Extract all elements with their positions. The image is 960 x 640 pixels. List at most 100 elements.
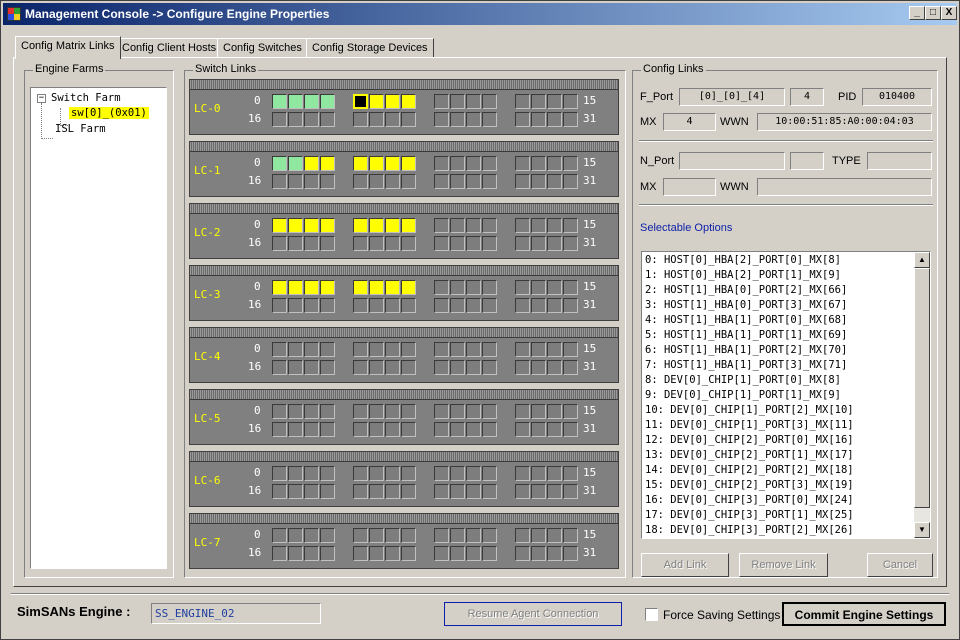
switch-port[interactable] <box>401 174 416 189</box>
switch-port[interactable] <box>450 298 465 313</box>
switch-port[interactable] <box>288 466 303 481</box>
switch-port[interactable] <box>450 280 465 295</box>
switch-port[interactable] <box>385 280 400 295</box>
switch-port[interactable] <box>515 280 530 295</box>
switch-port[interactable] <box>401 404 416 419</box>
switch-port[interactable] <box>353 360 368 375</box>
switch-port[interactable] <box>304 218 319 233</box>
switch-port[interactable] <box>563 218 578 233</box>
switch-port[interactable] <box>563 528 578 543</box>
switch-port[interactable] <box>531 94 546 109</box>
switch-port[interactable] <box>320 280 335 295</box>
switch-port[interactable] <box>547 546 562 561</box>
list-item[interactable]: 12: DEV[0]_CHIP[2]_PORT[0]_MX[16] <box>645 433 854 448</box>
switch-port[interactable] <box>304 280 319 295</box>
switch-port[interactable] <box>547 236 562 251</box>
switch-port[interactable] <box>466 218 481 233</box>
switch-port[interactable] <box>320 94 335 109</box>
switch-port[interactable] <box>515 546 530 561</box>
switch-port[interactable] <box>563 404 578 419</box>
switch-port[interactable] <box>385 360 400 375</box>
switch-port[interactable] <box>353 112 368 127</box>
switch-port[interactable] <box>288 218 303 233</box>
switch-port[interactable] <box>304 236 319 251</box>
switch-port[interactable] <box>450 94 465 109</box>
switch-port[interactable] <box>288 94 303 109</box>
switch-port[interactable] <box>401 280 416 295</box>
switch-port[interactable] <box>353 546 368 561</box>
switch-port[interactable] <box>401 112 416 127</box>
maximize-button[interactable]: □ <box>925 6 941 20</box>
switch-port[interactable] <box>288 280 303 295</box>
switch-port[interactable] <box>531 546 546 561</box>
switch-port[interactable] <box>466 422 481 437</box>
list-item[interactable]: 0: HOST[0]_HBA[2]_PORT[0]_MX[8] <box>645 253 841 268</box>
switch-port[interactable] <box>547 422 562 437</box>
switch-port[interactable] <box>353 156 368 171</box>
switch-port[interactable] <box>401 218 416 233</box>
switch-port[interactable] <box>434 156 449 171</box>
switch-port[interactable] <box>482 484 497 499</box>
switch-port[interactable] <box>353 466 368 481</box>
switch-port[interactable] <box>515 404 530 419</box>
switch-port[interactable] <box>401 94 416 109</box>
switch-port[interactable] <box>434 94 449 109</box>
switch-port[interactable] <box>515 218 530 233</box>
switch-port[interactable] <box>288 528 303 543</box>
switch-port[interactable] <box>304 404 319 419</box>
switch-port[interactable] <box>353 422 368 437</box>
switch-port[interactable] <box>482 112 497 127</box>
switch-port[interactable] <box>434 236 449 251</box>
switch-port[interactable] <box>531 174 546 189</box>
switch-port[interactable] <box>466 360 481 375</box>
switch-port[interactable] <box>547 94 562 109</box>
switch-port[interactable] <box>531 528 546 543</box>
switch-port[interactable] <box>547 528 562 543</box>
switch-port[interactable] <box>401 360 416 375</box>
switch-port[interactable] <box>466 112 481 127</box>
switch-port[interactable] <box>531 342 546 357</box>
switch-port[interactable] <box>320 218 335 233</box>
switch-port[interactable] <box>547 404 562 419</box>
switch-port[interactable] <box>434 546 449 561</box>
switch-port[interactable] <box>272 360 287 375</box>
switch-port[interactable] <box>466 546 481 561</box>
resume-agent-button[interactable]: Resume Agent Connection <box>444 602 622 626</box>
switch-port[interactable] <box>369 236 384 251</box>
switch-port[interactable] <box>288 360 303 375</box>
list-item[interactable]: 5: HOST[1]_HBA[1]_PORT[1]_MX[69] <box>645 328 847 343</box>
switch-port[interactable] <box>450 360 465 375</box>
switch-port[interactable] <box>547 280 562 295</box>
switch-port[interactable] <box>320 360 335 375</box>
force-saving-checkbox[interactable] <box>645 608 658 621</box>
switch-port[interactable] <box>272 422 287 437</box>
switch-port[interactable] <box>369 174 384 189</box>
switch-port[interactable] <box>482 528 497 543</box>
switch-port[interactable] <box>482 404 497 419</box>
switch-port[interactable] <box>547 156 562 171</box>
switch-port[interactable] <box>272 174 287 189</box>
list-item[interactable]: 4: HOST[1]_HBA[1]_PORT[0]_MX[68] <box>645 313 847 328</box>
switch-port[interactable] <box>385 422 400 437</box>
switch-port[interactable] <box>385 466 400 481</box>
switch-port[interactable] <box>450 342 465 357</box>
switch-port[interactable] <box>369 342 384 357</box>
switch-port[interactable] <box>563 94 578 109</box>
switch-port[interactable] <box>320 466 335 481</box>
switch-port[interactable] <box>547 342 562 357</box>
list-item[interactable]: 1: HOST[0]_HBA[2]_PORT[1]_MX[9] <box>645 268 841 283</box>
switch-port[interactable] <box>353 404 368 419</box>
switch-port[interactable] <box>466 236 481 251</box>
switch-port[interactable] <box>304 94 319 109</box>
close-button[interactable]: X <box>941 6 957 20</box>
switch-port[interactable] <box>320 174 335 189</box>
switch-port[interactable] <box>320 156 335 171</box>
list-item[interactable]: 18: DEV[0]_CHIP[3]_PORT[2]_MX[26] <box>645 523 854 538</box>
switch-port[interactable] <box>385 174 400 189</box>
switch-port[interactable] <box>450 112 465 127</box>
switch-port[interactable] <box>482 280 497 295</box>
switch-port[interactable] <box>482 466 497 481</box>
switch-port[interactable] <box>563 236 578 251</box>
switch-port[interactable] <box>369 218 384 233</box>
switch-port[interactable] <box>547 298 562 313</box>
